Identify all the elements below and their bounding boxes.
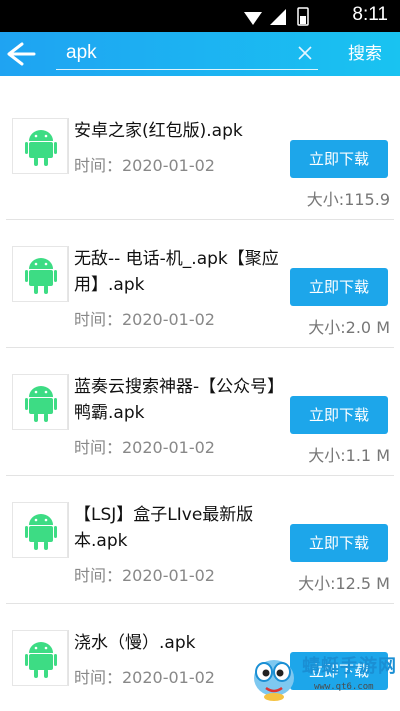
upload-time: 时间：2020-01-02 xyxy=(74,668,215,687)
android-icon xyxy=(25,130,57,166)
app-icon xyxy=(12,246,68,302)
watermark: 蜻蜓手游网 www.qt6.com xyxy=(244,642,400,711)
dragonfly-logo-icon xyxy=(254,660,294,701)
status-bar: 8:11 xyxy=(0,0,400,32)
list-item[interactable]: 蓝奏云搜索神器-【公众号】鸭霸.apk 时间：2020-01-02 立即下载 大… xyxy=(6,348,394,476)
android-icon xyxy=(25,642,57,678)
download-button[interactable]: 立即下载 xyxy=(290,140,388,178)
list-item[interactable]: 【LSJ】盒子LIve最新版本.apk 时间：2020-01-02 立即下载 大… xyxy=(6,476,394,604)
file-size: 大小:1.1 M xyxy=(308,446,390,465)
app-icon xyxy=(12,502,68,558)
android-icon xyxy=(25,386,57,422)
divider xyxy=(68,630,69,686)
search-field xyxy=(56,38,318,70)
status-icons xyxy=(240,6,320,30)
android-icon xyxy=(25,258,57,294)
close-icon xyxy=(298,46,312,60)
upload-time: 时间：2020-01-02 xyxy=(74,310,215,329)
app-title: 【LSJ】盒子LIve最新版本.apk xyxy=(74,505,254,551)
list-item[interactable]: 安卓之家(红包版).apk 时间：2020-01-02 立即下载 大小:115.… xyxy=(6,92,394,220)
clear-button[interactable] xyxy=(294,42,316,64)
divider xyxy=(68,374,69,430)
search-button[interactable]: 搜索 xyxy=(340,40,390,68)
back-arrow-icon xyxy=(7,42,36,66)
download-button[interactable]: 立即下载 xyxy=(290,396,388,434)
search-header: 搜索 xyxy=(0,32,400,76)
upload-time: 时间：2020-01-02 xyxy=(74,438,215,457)
file-size: 大小:12.5 M xyxy=(298,574,390,593)
app-title: 蓝奏云搜索神器-【公众号】鸭霸.apk xyxy=(74,377,285,423)
app-title: 无敌-- 电话-机_.apk【聚应用】.apk xyxy=(74,249,279,295)
divider xyxy=(68,118,69,174)
download-button[interactable]: 立即下载 xyxy=(290,524,388,562)
file-size: 大小:115.9 xyxy=(306,190,390,209)
app-icon xyxy=(12,374,68,430)
clock: 8:11 xyxy=(352,4,388,25)
divider xyxy=(68,246,69,302)
result-list: 安卓之家(红包版).apk 时间：2020-01-02 立即下载 大小:115.… xyxy=(0,92,400,711)
app-icon xyxy=(12,630,68,686)
watermark-name: 蜻蜓手游网 xyxy=(302,656,397,677)
divider xyxy=(68,502,69,558)
list-item[interactable]: 无敌-- 电话-机_.apk【聚应用】.apk 时间：2020-01-02 立即… xyxy=(6,220,394,348)
back-button[interactable] xyxy=(4,38,38,70)
watermark-url: www.qt6.com xyxy=(314,682,374,692)
search-input[interactable] xyxy=(56,38,286,68)
app-title: 安卓之家(红包版).apk xyxy=(74,121,243,141)
download-button[interactable]: 立即下载 xyxy=(290,268,388,306)
android-icon xyxy=(25,514,57,550)
upload-time: 时间：2020-01-02 xyxy=(74,156,215,175)
upload-time: 时间：2020-01-02 xyxy=(74,566,215,585)
file-size: 大小:2.0 M xyxy=(308,318,390,337)
signal-icons xyxy=(244,7,309,26)
app-icon xyxy=(12,118,68,174)
